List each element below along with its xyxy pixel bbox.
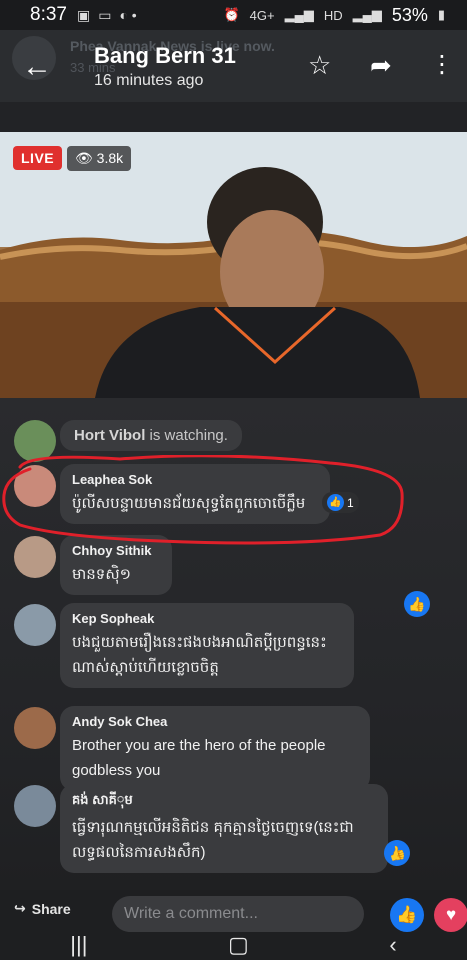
- comment-text: មានទសុិ១: [72, 566, 131, 583]
- viewer-count: 👁 3.8k: [67, 146, 132, 171]
- live-badge: LIVE: [13, 146, 63, 170]
- comment-text-line-2: godbless you: [72, 762, 161, 779]
- status-right: ⏰ 4G+ ▂▄▆ HD ▂▄▆ 53% ▮: [223, 5, 445, 26]
- recents-icon[interactable]: |||: [70, 932, 87, 958]
- image-icon: ▣: [76, 6, 91, 23]
- header-divider: [0, 102, 467, 132]
- comment-text: Brother you are the hero of the people: [72, 737, 326, 754]
- eye-icon: 👁: [75, 150, 93, 166]
- home-icon[interactable]: ▢: [228, 932, 249, 958]
- watching-notice: Hort Vibol is watching.: [60, 420, 242, 451]
- voicemail-icon: ▭: [98, 6, 112, 23]
- battery-icon: ▮: [437, 7, 445, 22]
- comment-author[interactable]: គង់ សាគីុម: [72, 792, 376, 811]
- video-frame: [0, 132, 467, 398]
- page-subtitle: 16 minutes ago: [94, 72, 204, 89]
- red-annotation-circle: [2, 455, 404, 545]
- comment-input[interactable]: Write a comment...: [112, 896, 364, 932]
- star-icon[interactable]: ☆: [308, 52, 331, 78]
- comment-author[interactable]: Kep Sopheak: [72, 611, 342, 626]
- comment-text: ធ្វើទារុណកម្មលើអនិតិជន គុកគ្មានថ្ងៃចេញទេ…: [72, 819, 354, 836]
- avatar[interactable]: [14, 604, 56, 646]
- comment-text-line-2: លទ្ធផលនៃការសងសឹក): [72, 844, 206, 861]
- comment-text-line-2: ណាស់ស្តាប់ហើយខ្លោចចិត្ត: [72, 659, 219, 676]
- comment-bubble[interactable]: គង់ សាគីុម ធ្វើទារុណកម្មលើអនិតិជន គុកគ្ម…: [60, 784, 388, 873]
- back-arrow-icon[interactable]: ←: [22, 52, 52, 82]
- comment-bubble[interactable]: Andy Sok Chea Brother you are the hero o…: [60, 706, 370, 791]
- floating-like-icon: 👍: [404, 591, 430, 617]
- comment-author[interactable]: Andy Sok Chea: [72, 714, 358, 729]
- comment-text: បងជួយតាមរឿងនេះផងបងអាណិតប្តីប្រពន្ធនេះ: [72, 634, 327, 651]
- status-time: 8:37: [30, 4, 67, 25]
- notification-icons: ▣ ▭ ◐ •: [77, 7, 137, 24]
- share-button[interactable]: ↪ Share: [14, 900, 71, 917]
- signal-icon-2: ▂▄▆: [352, 7, 382, 22]
- signal-icon: ▂▄▆: [284, 7, 314, 22]
- app-header: Phea Vannak News is live now. 33 mins ← …: [0, 30, 467, 102]
- alarm-icon: ⏰: [223, 7, 240, 22]
- viewer-count-value: 3.8k: [96, 150, 124, 166]
- network-label: 4G+: [249, 7, 275, 23]
- comment-bubble[interactable]: Kep Sopheak បងជួយតាមរឿងនេះផងបងអាណិតប្តីប…: [60, 603, 354, 688]
- watcher-name[interactable]: Hort Vibol: [74, 427, 145, 444]
- share-label: Share: [31, 900, 71, 917]
- live-video-player[interactable]: LIVE 👁 3.8k: [0, 132, 467, 398]
- avatar[interactable]: [14, 707, 56, 749]
- android-nav-bar: ||| ▢ ‹: [0, 930, 467, 960]
- avatar[interactable]: [14, 785, 56, 827]
- love-reaction-button[interactable]: ♥: [434, 898, 467, 932]
- back-icon[interactable]: ‹: [389, 932, 396, 958]
- dots-icon: ◐ •: [119, 6, 137, 23]
- more-options-icon[interactable]: ⋮: [430, 52, 454, 78]
- battery-level: 53%: [391, 4, 428, 25]
- page-title: Bang Bern 31: [94, 43, 236, 68]
- share-icon: ↪: [14, 900, 26, 916]
- watching-suffix: is watching.: [145, 427, 228, 444]
- hd-label: HD: [323, 7, 343, 23]
- status-bar: 8:37 ▣ ▭ ◐ • ⏰ 4G+ ▂▄▆ HD ▂▄▆ 53% ▮: [0, 0, 467, 30]
- share-arrow-icon[interactable]: ➦: [370, 52, 392, 78]
- like-reaction-button[interactable]: 👍: [390, 898, 424, 932]
